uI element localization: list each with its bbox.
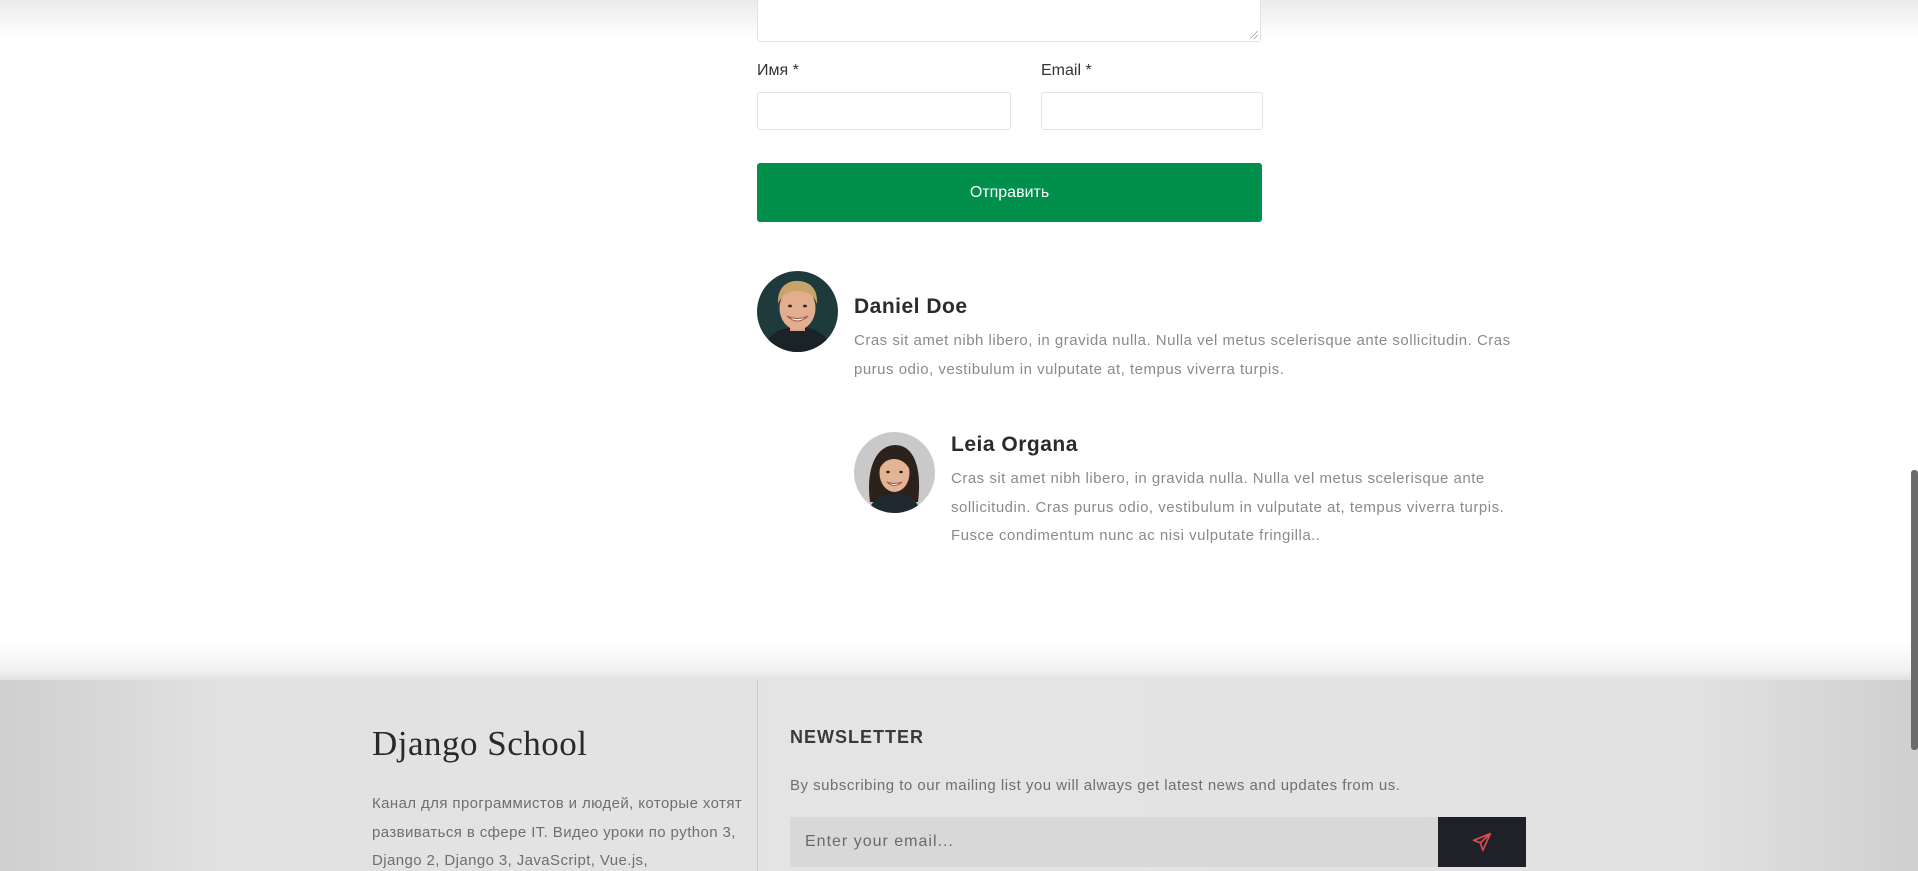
name-label: Имя * — [757, 62, 799, 79]
scrollbar[interactable] — [1911, 0, 1918, 871]
paper-plane-icon — [1472, 832, 1492, 852]
comment-text: Cras sit amet nibh libero, in gravida nu… — [854, 332, 1511, 378]
avatar — [757, 271, 838, 352]
comment-author: Leia Organa — [951, 433, 1078, 456]
email-label: Email * — [1041, 62, 1092, 79]
newsletter-submit-button[interactable] — [1438, 817, 1526, 867]
page: Имя * Email * Отправить Daniel Doe Cras … — [0, 0, 1918, 871]
newsletter-email-input[interactable] — [790, 817, 1438, 867]
newsletter-description: By subscribing to our mailing list you w… — [790, 777, 1401, 794]
footer: Django School Канал для программистов и … — [0, 640, 1918, 871]
name-input[interactable] — [757, 92, 1011, 130]
comment-text: Cras sit amet nibh libero, in gravida nu… — [951, 470, 1505, 544]
comment-textarea[interactable] — [757, 0, 1261, 42]
email-input[interactable] — [1041, 92, 1263, 130]
man-portrait-icon — [757, 271, 838, 352]
scrollbar-thumb[interactable] — [1911, 470, 1918, 750]
resize-grip-icon[interactable] — [1250, 31, 1258, 39]
footer-brand[interactable]: Django School — [372, 724, 588, 764]
comment-author: Daniel Doe — [854, 295, 968, 318]
footer-about-text: Канал для программистов и людей, которые… — [372, 795, 743, 869]
footer-divider — [757, 680, 758, 871]
newsletter-heading: NEWSLETTER — [790, 727, 924, 747]
avatar — [854, 432, 935, 513]
submit-button[interactable]: Отправить — [757, 163, 1262, 222]
woman-portrait-icon — [854, 432, 935, 513]
